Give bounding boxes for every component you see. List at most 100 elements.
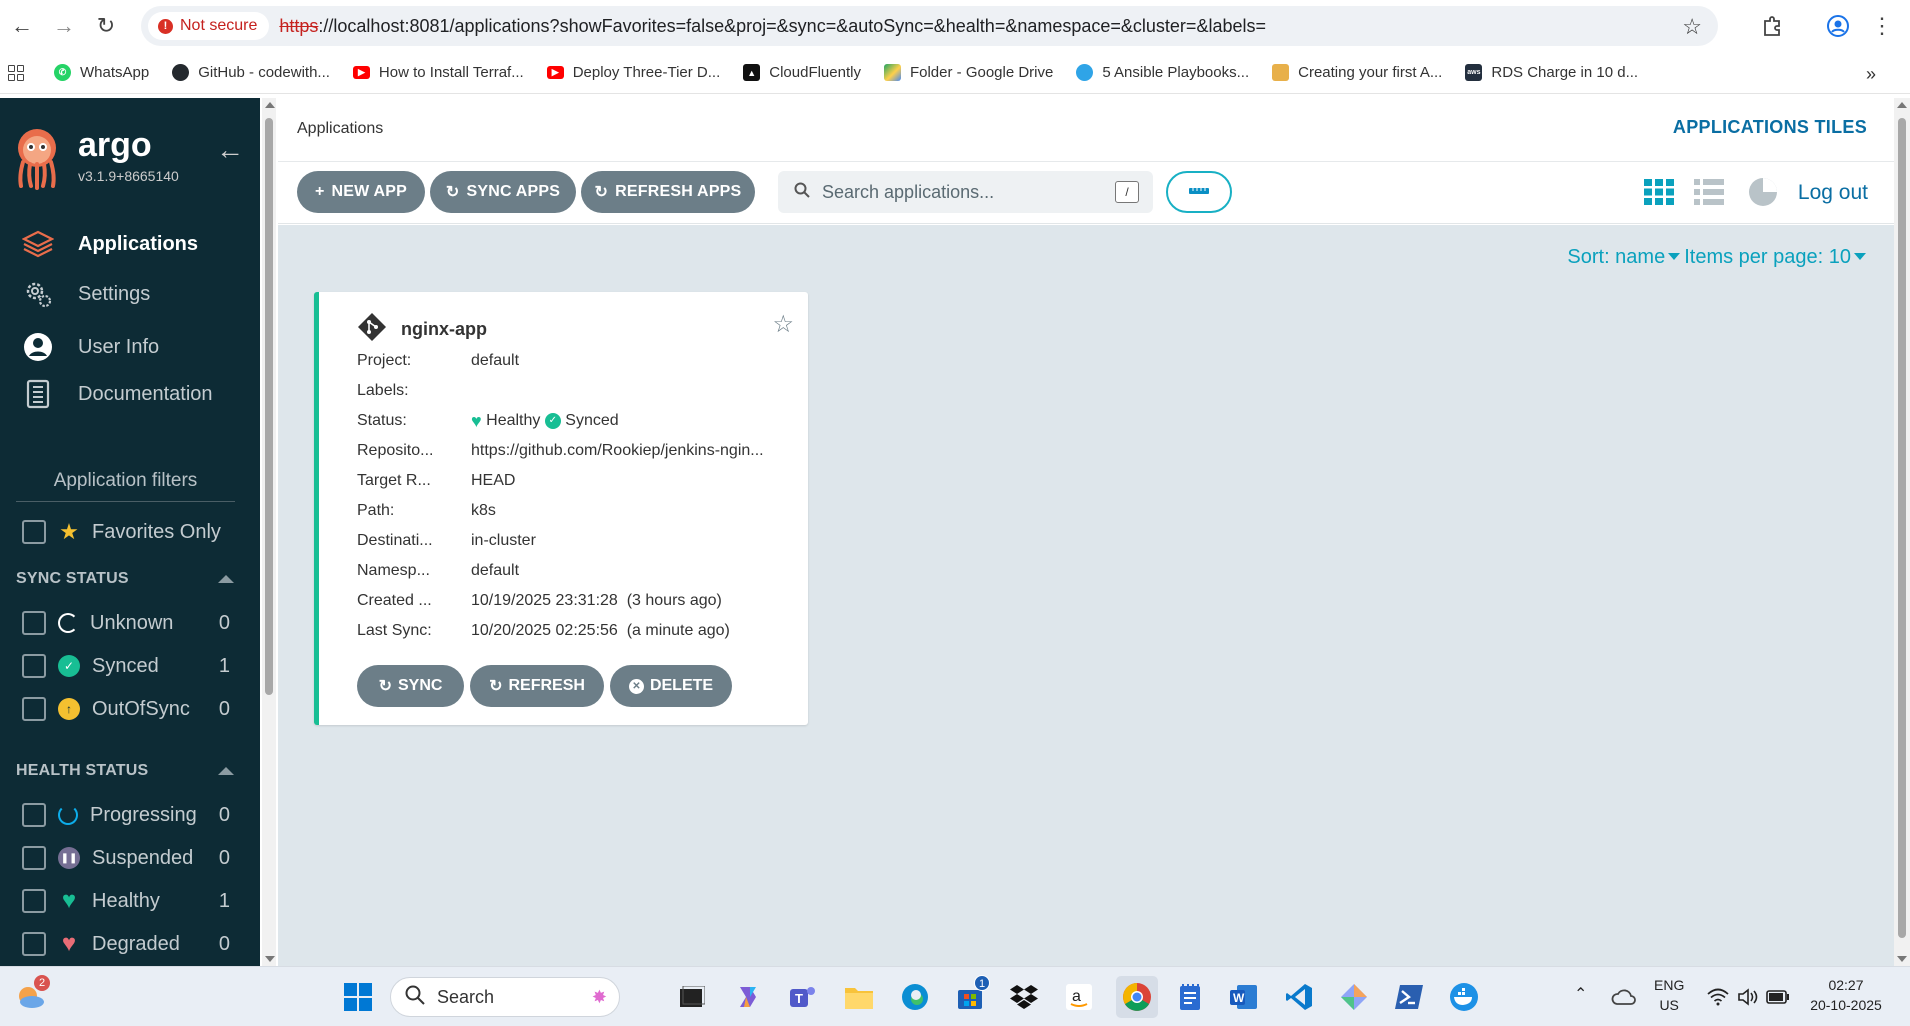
checkbox[interactable] bbox=[22, 803, 46, 827]
bookmark-creating[interactable]: Creating your first A... bbox=[1272, 64, 1442, 81]
refresh-apps-button[interactable]: ↻ REFRESH APPS bbox=[581, 171, 755, 213]
checkbox[interactable] bbox=[22, 889, 46, 913]
favorites-filter[interactable]: ★ Favorites Only bbox=[22, 519, 230, 544]
git-app-icon[interactable] bbox=[1336, 979, 1372, 1015]
nav-user-info[interactable]: User Info bbox=[22, 331, 159, 363]
clock[interactable]: 02:27 20-10-2025 bbox=[1806, 975, 1886, 1015]
filter-health-healthy[interactable]: ♥ Healthy 1 bbox=[22, 887, 230, 914]
sort-dropdown[interactable]: Sort: name bbox=[1567, 246, 1684, 268]
filter-health-progressing[interactable]: Progressing 0 bbox=[22, 803, 230, 827]
new-app-button[interactable]: + NEW APP bbox=[297, 171, 425, 213]
reload-button[interactable]: ↻ bbox=[86, 6, 126, 46]
copilot-icon[interactable] bbox=[730, 979, 766, 1015]
address-bar[interactable]: ! Not secure https://localhost:8081/appl… bbox=[141, 6, 1718, 46]
repo-url[interactable]: https://github.com/Rookiep/jenkins-ngin.… bbox=[471, 442, 791, 460]
show-hidden-icons-icon[interactable]: ⌃ bbox=[1574, 985, 1587, 1005]
tiles-view-icon[interactable] bbox=[1642, 175, 1676, 209]
collapse-sidebar-icon[interactable]: ← bbox=[216, 134, 244, 166]
filter-sync-unknown[interactable]: Unknown 0 bbox=[22, 611, 230, 635]
onedrive-cloud-icon[interactable] bbox=[1606, 979, 1642, 1015]
favorite-star-icon[interactable]: ☆ bbox=[772, 310, 794, 339]
extensions-icon[interactable] bbox=[1752, 6, 1792, 46]
taskbar-search[interactable]: Search ✸ bbox=[390, 977, 620, 1017]
dropbox-icon[interactable] bbox=[1006, 979, 1042, 1015]
vscode-icon[interactable] bbox=[1281, 979, 1317, 1015]
url-text[interactable]: https://localhost:8081/applications?show… bbox=[279, 16, 1266, 37]
sync-status-header[interactable]: SYNC STATUS bbox=[16, 570, 234, 588]
more-bookmarks-icon[interactable]: » bbox=[1866, 64, 1876, 85]
scroll-thumb[interactable] bbox=[265, 118, 273, 695]
task-view-icon[interactable] bbox=[674, 979, 710, 1015]
file-explorer-icon[interactable] bbox=[841, 979, 877, 1015]
start-windows-icon[interactable] bbox=[340, 979, 376, 1015]
search-input[interactable] bbox=[822, 181, 1102, 203]
language-indicator[interactable]: ENG US bbox=[1654, 975, 1684, 1015]
main-scrollbar[interactable] bbox=[1894, 98, 1910, 966]
checkbox[interactable] bbox=[22, 654, 46, 678]
app-name[interactable]: nginx-app bbox=[401, 319, 487, 340]
sync-apps-button[interactable]: ↻ SYNC APPS bbox=[430, 171, 576, 213]
word-icon[interactable]: W bbox=[1226, 979, 1262, 1015]
checkbox[interactable] bbox=[22, 697, 46, 721]
checkbox[interactable] bbox=[22, 846, 46, 870]
delete-button[interactable]: ✕ DELETE bbox=[610, 665, 732, 707]
scroll-down-icon[interactable] bbox=[265, 956, 275, 962]
bookmark-whatsapp[interactable]: ✆ WhatsApp bbox=[54, 64, 149, 81]
collapse-caret-icon[interactable] bbox=[218, 767, 234, 775]
amazon-icon[interactable]: a bbox=[1061, 979, 1097, 1015]
chrome-icon[interactable] bbox=[1116, 976, 1158, 1018]
app-tile[interactable]: nginx-app ☆ Project: default Labels: Stat… bbox=[314, 292, 808, 725]
sync-button[interactable]: ↻ SYNC bbox=[357, 665, 464, 707]
bookmark-drive[interactable]: Folder - Google Drive bbox=[883, 64, 1053, 81]
security-chip[interactable]: ! Not secure bbox=[148, 12, 270, 40]
filter-health-suspended[interactable]: ❚❚ Suspended 0 bbox=[22, 846, 230, 870]
health-status-header[interactable]: HEALTH STATUS bbox=[16, 762, 234, 780]
filter-sync-synced[interactable]: ✓ Synced 1 bbox=[22, 654, 230, 678]
refresh-button[interactable]: ↻ REFRESH bbox=[470, 665, 604, 707]
teams-icon[interactable]: T bbox=[785, 979, 821, 1015]
nav-documentation[interactable]: Documentation bbox=[22, 378, 213, 410]
checkbox[interactable] bbox=[22, 611, 46, 635]
forward-button[interactable]: → bbox=[44, 6, 84, 46]
bookmark-cloudfluently[interactable]: ▲ CloudFluently bbox=[743, 64, 861, 81]
filter-count: 0 bbox=[218, 803, 230, 826]
filter-health-degraded[interactable]: ♥ Degraded 0 bbox=[22, 930, 230, 957]
filter-sync-outofsync[interactable]: ↑ OutOfSync 0 bbox=[22, 697, 230, 721]
favorites-checkbox[interactable] bbox=[22, 520, 46, 544]
store-icon[interactable]: 1 bbox=[952, 975, 990, 1015]
nav-settings[interactable]: Settings bbox=[22, 278, 150, 310]
docker-icon[interactable] bbox=[1446, 979, 1482, 1015]
argo-logo[interactable]: argo v3.1.9+8665140 bbox=[14, 128, 179, 190]
apps-grid-icon[interactable] bbox=[8, 64, 24, 81]
breadcrumb[interactable]: Applications bbox=[297, 120, 383, 138]
collapse-caret-icon[interactable] bbox=[218, 575, 234, 583]
summary-pie-icon[interactable] bbox=[1746, 175, 1780, 209]
logout-link[interactable]: Log out bbox=[1798, 181, 1868, 205]
powershell-icon[interactable] bbox=[1391, 979, 1427, 1015]
back-button[interactable]: ← bbox=[2, 6, 42, 46]
delete-circle-x-icon: ✕ bbox=[628, 678, 644, 694]
items-per-page-dropdown[interactable]: Items per page: 10 bbox=[1684, 246, 1870, 268]
scroll-down-icon[interactable] bbox=[1897, 956, 1907, 962]
scroll-thumb[interactable] bbox=[1898, 118, 1906, 938]
sidebar-scrollbar[interactable] bbox=[262, 98, 276, 966]
profile-icon[interactable] bbox=[1818, 6, 1858, 46]
menu-kebab-icon[interactable]: ⋮ bbox=[1862, 6, 1902, 46]
edge-icon[interactable] bbox=[897, 979, 933, 1015]
list-view-icon[interactable] bbox=[1692, 175, 1726, 209]
bookmark-github[interactable]: GitHub - codewith... bbox=[172, 64, 330, 81]
scroll-up-icon[interactable] bbox=[265, 102, 275, 108]
bookmark-star-icon[interactable]: ☆ bbox=[1682, 14, 1702, 40]
battery-icon[interactable] bbox=[1760, 979, 1796, 1015]
bookmark-youtube-1[interactable]: ▶ How to Install Terraf... bbox=[352, 64, 524, 81]
search-box[interactable]: / bbox=[778, 171, 1153, 213]
filter-toggle-button[interactable] bbox=[1166, 171, 1232, 213]
bookmark-rds[interactable]: aws RDS Charge in 10 d... bbox=[1465, 64, 1638, 81]
nav-applications[interactable]: Applications bbox=[22, 228, 198, 260]
weather-icon[interactable]: 2 bbox=[12, 975, 50, 1015]
scroll-up-icon[interactable] bbox=[1897, 102, 1907, 108]
bookmark-ansible[interactable]: 5 Ansible Playbooks... bbox=[1076, 64, 1249, 81]
checkbox[interactable] bbox=[22, 932, 46, 956]
notepad-icon[interactable] bbox=[1172, 979, 1208, 1015]
bookmark-youtube-2[interactable]: ▶ Deploy Three-Tier D... bbox=[546, 64, 720, 81]
